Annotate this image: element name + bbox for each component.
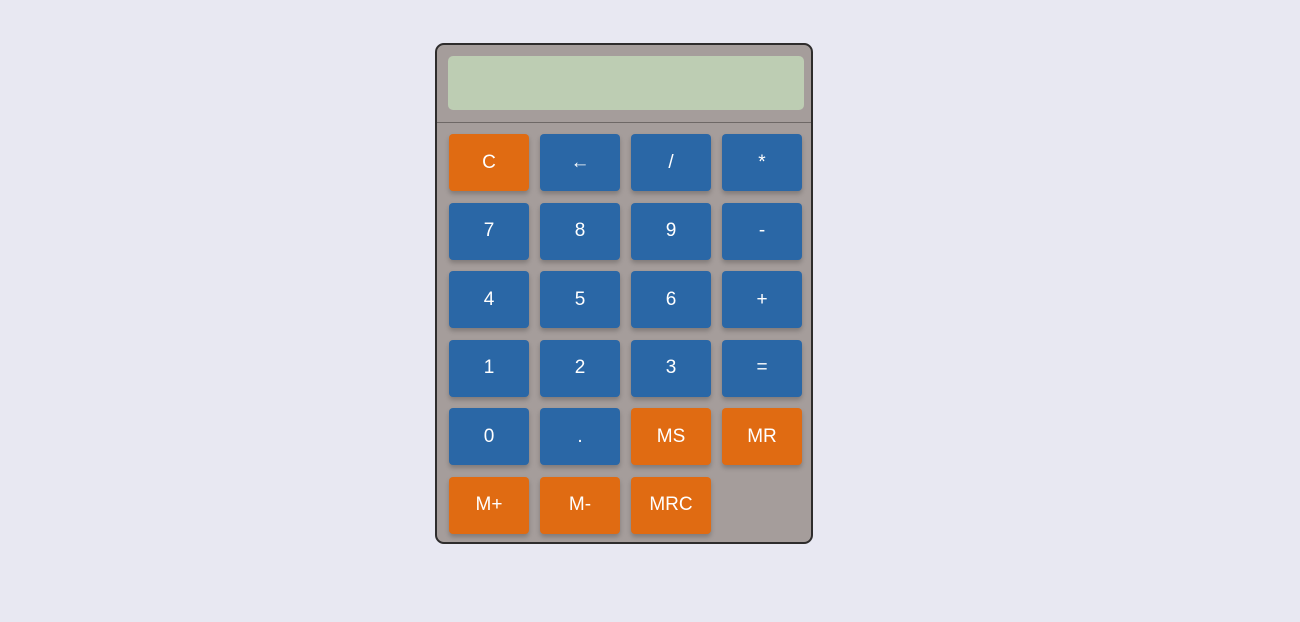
calculator: C ← / * 7 8 9 - 4 5 6 + 1 2 3 = 0 . MS M…	[435, 43, 813, 544]
digit-8-button[interactable]: 8	[540, 202, 620, 260]
digit-2-button[interactable]: 2	[540, 339, 620, 397]
digit-7-button[interactable]: 7	[449, 202, 529, 260]
digit-3-button[interactable]: 3	[631, 339, 711, 397]
backspace-button[interactable]: ←	[540, 134, 620, 191]
digit-5-button[interactable]: 5	[540, 271, 620, 328]
digit-4-button[interactable]: 4	[449, 271, 529, 328]
minus-button[interactable]: -	[722, 202, 802, 260]
plus-button[interactable]: +	[722, 271, 802, 328]
memory-add-button[interactable]: M+	[449, 476, 529, 534]
calculator-display	[448, 56, 804, 110]
memory-subtract-button[interactable]: M-	[540, 476, 620, 534]
keypad: C ← / * 7 8 9 - 4 5 6 + 1 2 3 = 0 . MS M…	[449, 134, 809, 534]
memory-recall-button[interactable]: MR	[722, 408, 802, 465]
digit-9-button[interactable]: 9	[631, 202, 711, 260]
digit-6-button[interactable]: 6	[631, 271, 711, 328]
digit-0-button[interactable]: 0	[449, 408, 529, 465]
clear-button[interactable]: C	[449, 134, 529, 191]
divide-button[interactable]: /	[631, 134, 711, 191]
memory-recall-clear-button[interactable]: MRC	[631, 476, 711, 534]
equals-button[interactable]: =	[722, 339, 802, 397]
digit-1-button[interactable]: 1	[449, 339, 529, 397]
memory-store-button[interactable]: MS	[631, 408, 711, 465]
display-panel	[437, 45, 811, 123]
decimal-button[interactable]: .	[540, 408, 620, 465]
multiply-button[interactable]: *	[722, 134, 802, 191]
